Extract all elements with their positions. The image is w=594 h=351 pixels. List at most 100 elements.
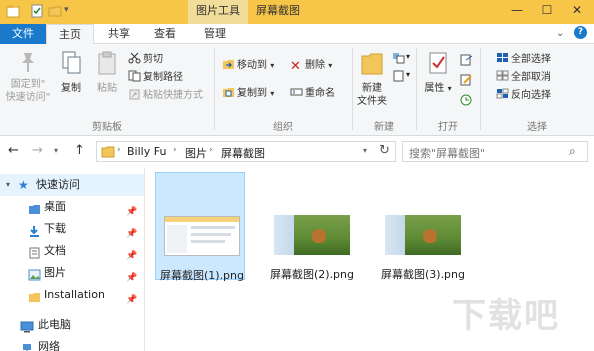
paste-shortcut-label: 粘贴快捷方式 bbox=[143, 90, 203, 101]
file-item[interactable]: 屏幕截图(3).png bbox=[377, 172, 467, 281]
desktop-folder-icon bbox=[28, 201, 41, 214]
search-box[interactable]: 搜索"屏幕截图" ⌕ bbox=[402, 141, 588, 162]
copy-button[interactable]: 复制 bbox=[56, 50, 86, 95]
open-icon[interactable] bbox=[460, 54, 473, 69]
nav-item-label: 图片 bbox=[44, 266, 66, 279]
breadcrumb-chevron-icon[interactable]: › bbox=[117, 145, 121, 155]
breadcrumb-pictures[interactable]: 图片 bbox=[185, 145, 207, 161]
rename-button[interactable]: 重命名 bbox=[290, 86, 335, 102]
nav-item-pictures[interactable]: 图片 📌 bbox=[0, 262, 144, 284]
properties-qat-icon[interactable] bbox=[30, 4, 44, 18]
history-icon[interactable] bbox=[460, 94, 473, 109]
star-icon: ★ bbox=[18, 178, 29, 192]
rename-icon bbox=[290, 86, 303, 98]
breadcrumb-chevron-icon[interactable]: › bbox=[209, 145, 213, 155]
ribbon-expand-icon[interactable]: ⌄ bbox=[556, 28, 564, 39]
file-name: 屏幕截图(2).png bbox=[269, 268, 354, 281]
up-arrow-icon[interactable]: ↑ bbox=[74, 143, 85, 158]
delete-x-icon: ✕ bbox=[290, 59, 301, 74]
breadcrumb-chevron-icon[interactable]: › bbox=[173, 145, 177, 155]
file-item[interactable]: 屏幕截图(1).png bbox=[155, 172, 245, 282]
window-title: 屏幕截图 bbox=[256, 4, 300, 17]
tab-share[interactable]: 共享 bbox=[100, 24, 138, 44]
help-icon[interactable]: ? bbox=[574, 26, 587, 39]
nav-quick-access-label: 快速访问 bbox=[36, 178, 80, 191]
cut-label: 剪切 bbox=[143, 54, 163, 65]
file-name: 屏幕截图(1).png bbox=[159, 269, 244, 282]
pin-quick-access-button[interactable]: 固定到" 快速访问" bbox=[2, 50, 54, 104]
select-none-icon bbox=[496, 70, 509, 82]
file-thumbnail bbox=[385, 215, 461, 255]
invert-selection-label: 反向选择 bbox=[511, 90, 551, 101]
new-folder-label-line2: 文件夹 bbox=[357, 96, 387, 107]
move-to-icon bbox=[222, 58, 235, 70]
nav-quick-access[interactable]: ▾ ★ 快速访问 bbox=[0, 174, 144, 196]
properties-button[interactable]: 属性 ▾ bbox=[420, 50, 456, 95]
select-group-label: 选择 bbox=[527, 122, 547, 133]
tab-manage[interactable]: 管理 bbox=[196, 24, 234, 44]
pin-icon[interactable]: 📌 bbox=[126, 289, 137, 311]
properties-icon bbox=[429, 52, 447, 74]
nav-item-label: 文档 bbox=[44, 244, 66, 257]
tab-file[interactable]: 文件 bbox=[0, 24, 46, 44]
nav-this-pc[interactable]: 此电脑 bbox=[0, 314, 144, 336]
select-all-label: 全部选择 bbox=[511, 54, 551, 65]
new-group-label: 新建 bbox=[374, 122, 394, 133]
nav-item-downloads[interactable]: 下载 📌 bbox=[0, 218, 144, 240]
select-all-button[interactable]: 全部选择 bbox=[496, 52, 551, 68]
new-folder-button[interactable]: 新建 文件夹 bbox=[354, 50, 390, 108]
new-folder-icon bbox=[361, 53, 383, 75]
recent-locations-icon[interactable]: ▾ bbox=[54, 146, 58, 155]
easy-access-dropdown-icon[interactable]: ▾ bbox=[406, 70, 410, 79]
cut-button[interactable]: 剪切 bbox=[128, 52, 163, 68]
easy-access-icon[interactable] bbox=[392, 70, 405, 85]
breadcrumb-screenshots[interactable]: 屏幕截图 bbox=[221, 145, 265, 161]
new-folder-label-line1: 新建 bbox=[362, 83, 382, 94]
close-button[interactable]: ✕ bbox=[562, 0, 592, 22]
new-item-dropdown-icon[interactable]: ▾ bbox=[406, 52, 410, 61]
new-item-icon[interactable] bbox=[392, 52, 405, 67]
nav-item-installation[interactable]: Installation 📌 bbox=[0, 284, 144, 306]
network-icon bbox=[20, 341, 34, 351]
paste-button[interactable]: 粘贴 bbox=[90, 50, 124, 95]
breadcrumb-billy-fu[interactable]: Billy Fu bbox=[127, 145, 166, 158]
select-none-button[interactable]: 全部取消 bbox=[496, 70, 551, 86]
pin-label-line1: 固定到" bbox=[10, 79, 46, 90]
rename-label: 重命名 bbox=[305, 88, 335, 99]
paste-icon bbox=[98, 51, 116, 75]
invert-selection-icon bbox=[496, 88, 509, 100]
move-to-label: 移动到 bbox=[237, 60, 267, 71]
nav-item-desktop[interactable]: 桌面 📌 bbox=[0, 196, 144, 218]
address-dropdown-icon[interactable]: ▾ bbox=[363, 146, 367, 155]
app-icon[interactable] bbox=[6, 4, 20, 18]
refresh-icon[interactable]: ↻ bbox=[379, 143, 390, 158]
copy-path-icon bbox=[128, 70, 141, 82]
nav-item-label: Installation bbox=[44, 288, 105, 301]
tab-home[interactable]: 主页 bbox=[46, 24, 94, 45]
move-to-button[interactable]: 移动到 ▾ bbox=[222, 58, 274, 74]
nav-network[interactable]: 网络 bbox=[0, 336, 144, 351]
maximize-button[interactable]: ☐ bbox=[532, 0, 562, 22]
copy-path-button[interactable]: 复制路径 bbox=[128, 70, 183, 86]
invert-selection-button[interactable]: 反向选择 bbox=[496, 88, 551, 104]
qat-dropdown-icon[interactable]: ▾ bbox=[64, 5, 69, 15]
minimize-button[interactable]: — bbox=[502, 0, 532, 22]
new-folder-qat-icon[interactable] bbox=[48, 4, 62, 18]
search-icon[interactable]: ⌕ bbox=[569, 144, 576, 159]
tab-view[interactable]: 查看 bbox=[146, 24, 184, 44]
back-arrow-icon[interactable]: ← bbox=[8, 143, 19, 158]
pictures-icon bbox=[28, 267, 41, 281]
select-all-icon bbox=[496, 52, 509, 64]
organize-group-label: 组织 bbox=[273, 122, 293, 133]
nav-item-documents[interactable]: 文档 📌 bbox=[0, 240, 144, 262]
forward-arrow-icon[interactable]: → bbox=[32, 143, 43, 158]
paste-shortcut-button[interactable]: 粘贴快捷方式 bbox=[128, 88, 203, 104]
file-item[interactable]: 屏幕截图(2).png bbox=[266, 172, 356, 281]
edit-icon[interactable] bbox=[460, 74, 473, 89]
search-input[interactable]: 搜索"屏幕截图" bbox=[409, 145, 485, 161]
delete-button[interactable]: ✕ 删除 ▾ bbox=[290, 58, 332, 74]
pane-divider bbox=[144, 168, 145, 351]
address-bar[interactable]: › Billy Fu › 图片 › 屏幕截图 ▾ ↻ bbox=[96, 141, 396, 162]
expand-chevron-icon[interactable]: ▾ bbox=[6, 174, 10, 196]
copy-to-button[interactable]: 复制到 ▾ bbox=[222, 86, 274, 102]
